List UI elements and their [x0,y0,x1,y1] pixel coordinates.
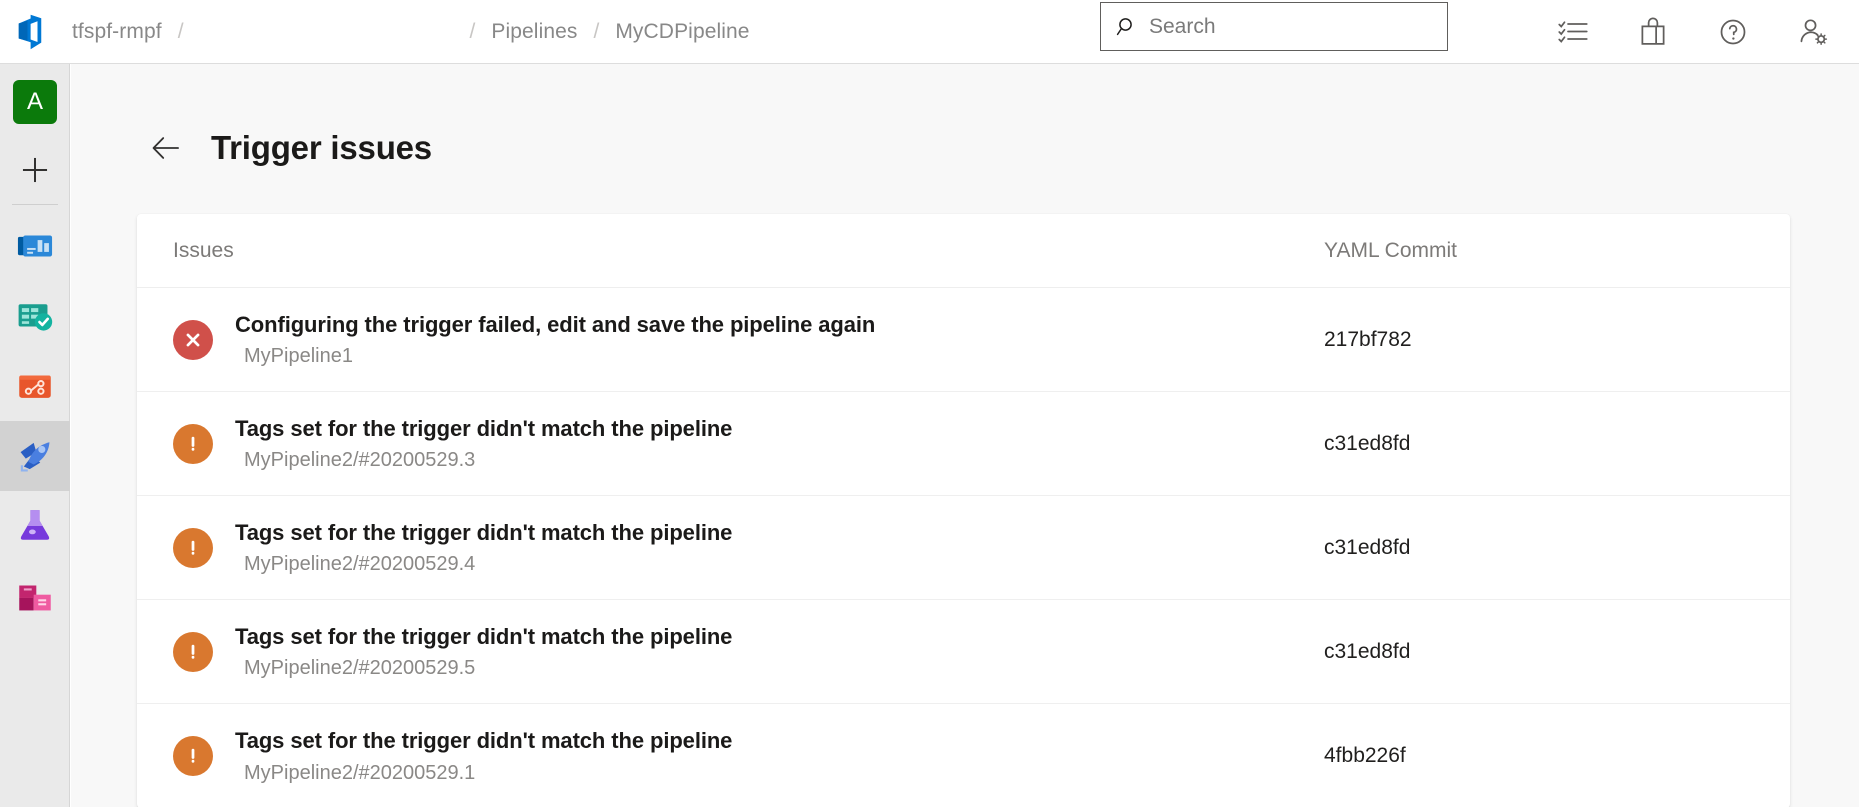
issue-cell: Tags set for the trigger didn't match th… [173,623,1324,681]
sidebar-item-create[interactable] [0,140,70,200]
warning-circle-icon [173,736,213,776]
breadcrumb: tfspf-rmpf / / Pipelines / MyCDPipeline [70,0,752,64]
warning-circle-icon [173,528,213,568]
breadcrumb-item-pipelines[interactable]: Pipelines [489,20,579,44]
breadcrumb-separator: / [178,20,184,44]
user-settings-icon[interactable] [1791,10,1835,54]
sidebar-divider [12,204,58,205]
page-header: Trigger issues [71,64,1859,176]
yaml-commit-value[interactable]: c31ed8fd [1324,536,1754,560]
yaml-commit-value[interactable]: c31ed8fd [1324,432,1754,456]
warning-circle-icon [173,632,213,672]
issue-text-group: Tags set for the trigger didn't match th… [235,519,732,577]
top-header-bar: tfspf-rmpf / / Pipelines / MyCDPipeline [0,0,1859,64]
issue-subtitle: MyPipeline2/#20200529.1 [235,761,732,785]
yaml-commit-value[interactable]: 4fbb226f [1324,744,1754,768]
issue-subtitle: MyPipeline2/#20200529.4 [235,552,732,576]
issue-text-group: Configuring the trigger failed, edit and… [235,311,875,369]
sidebar-item-test-plans[interactable] [0,491,70,561]
sidebar-item-artifacts[interactable] [0,561,70,631]
avatar: A [13,80,57,124]
column-header-issues: Issues [173,239,1324,263]
header-action-buttons [1551,0,1835,64]
issue-title: Tags set for the trigger didn't match th… [235,519,732,547]
issue-title: Configuring the trigger failed, edit and… [235,311,875,339]
sidebar-item-pipelines[interactable] [0,421,70,491]
issue-subtitle: MyPipeline2/#20200529.5 [235,656,732,680]
issue-cell: Tags set for the trigger didn't match th… [173,727,1324,785]
breadcrumb-separator: / [594,20,600,44]
yaml-commit-value[interactable]: c31ed8fd [1324,640,1754,664]
breadcrumb-item-organization[interactable]: tfspf-rmpf [70,20,164,44]
sidebar-item-repos[interactable] [0,351,70,421]
column-header-yaml-commit: YAML Commit [1324,239,1754,263]
sidebar-item-overview[interactable] [0,211,70,281]
issue-text-group: Tags set for the trigger didn't match th… [235,623,732,681]
table-row[interactable]: Tags set for the trigger didn't match th… [137,392,1790,496]
sidebar-project-avatar[interactable]: A [0,64,70,140]
marketplace-bag-icon[interactable] [1631,10,1675,54]
table-row[interactable]: Tags set for the trigger didn't match th… [137,704,1790,807]
issue-cell: Tags set for the trigger didn't match th… [173,519,1324,577]
azure-devops-logo[interactable] [0,0,70,64]
warning-circle-icon [173,424,213,464]
table-row[interactable]: Configuring the trigger failed, edit and… [137,288,1790,392]
issue-title: Tags set for the trigger didn't match th… [235,415,732,443]
breadcrumb-item-mycdpipeline[interactable]: MyCDPipeline [613,20,751,44]
issue-subtitle: MyPipeline2/#20200529.3 [235,448,732,472]
issue-subtitle: MyPipeline1 [235,344,875,368]
issue-cell: Tags set for the trigger didn't match th… [173,415,1324,473]
trigger-issues-card: Issues YAML Commit Configuring the trigg… [137,214,1790,807]
page-title: Trigger issues [211,129,432,167]
issue-text-group: Tags set for the trigger didn't match th… [235,415,732,473]
main-content: Trigger issues Issues YAML Commit Config… [71,64,1859,807]
issue-cell: Configuring the trigger failed, edit and… [173,311,1324,369]
error-circle-icon [173,320,213,360]
back-arrow-icon[interactable] [145,127,187,169]
sidebar-item-boards[interactable] [0,281,70,351]
help-question-icon[interactable] [1711,10,1755,54]
yaml-commit-value[interactable]: 217bf782 [1324,328,1754,352]
issue-title: Tags set for the trigger didn't match th… [235,623,732,651]
left-sidebar: A [0,64,70,807]
search-box[interactable] [1100,2,1448,51]
table-header-row: Issues YAML Commit [137,214,1790,288]
breadcrumb-separator: / [470,20,476,44]
search-icon [1113,15,1141,39]
issue-title: Tags set for the trigger didn't match th… [235,727,732,755]
issue-text-group: Tags set for the trigger didn't match th… [235,727,732,785]
task-board-icon[interactable] [1551,10,1595,54]
table-row[interactable]: Tags set for the trigger didn't match th… [137,496,1790,600]
search-input[interactable] [1141,15,1435,39]
table-row[interactable]: Tags set for the trigger didn't match th… [137,600,1790,704]
